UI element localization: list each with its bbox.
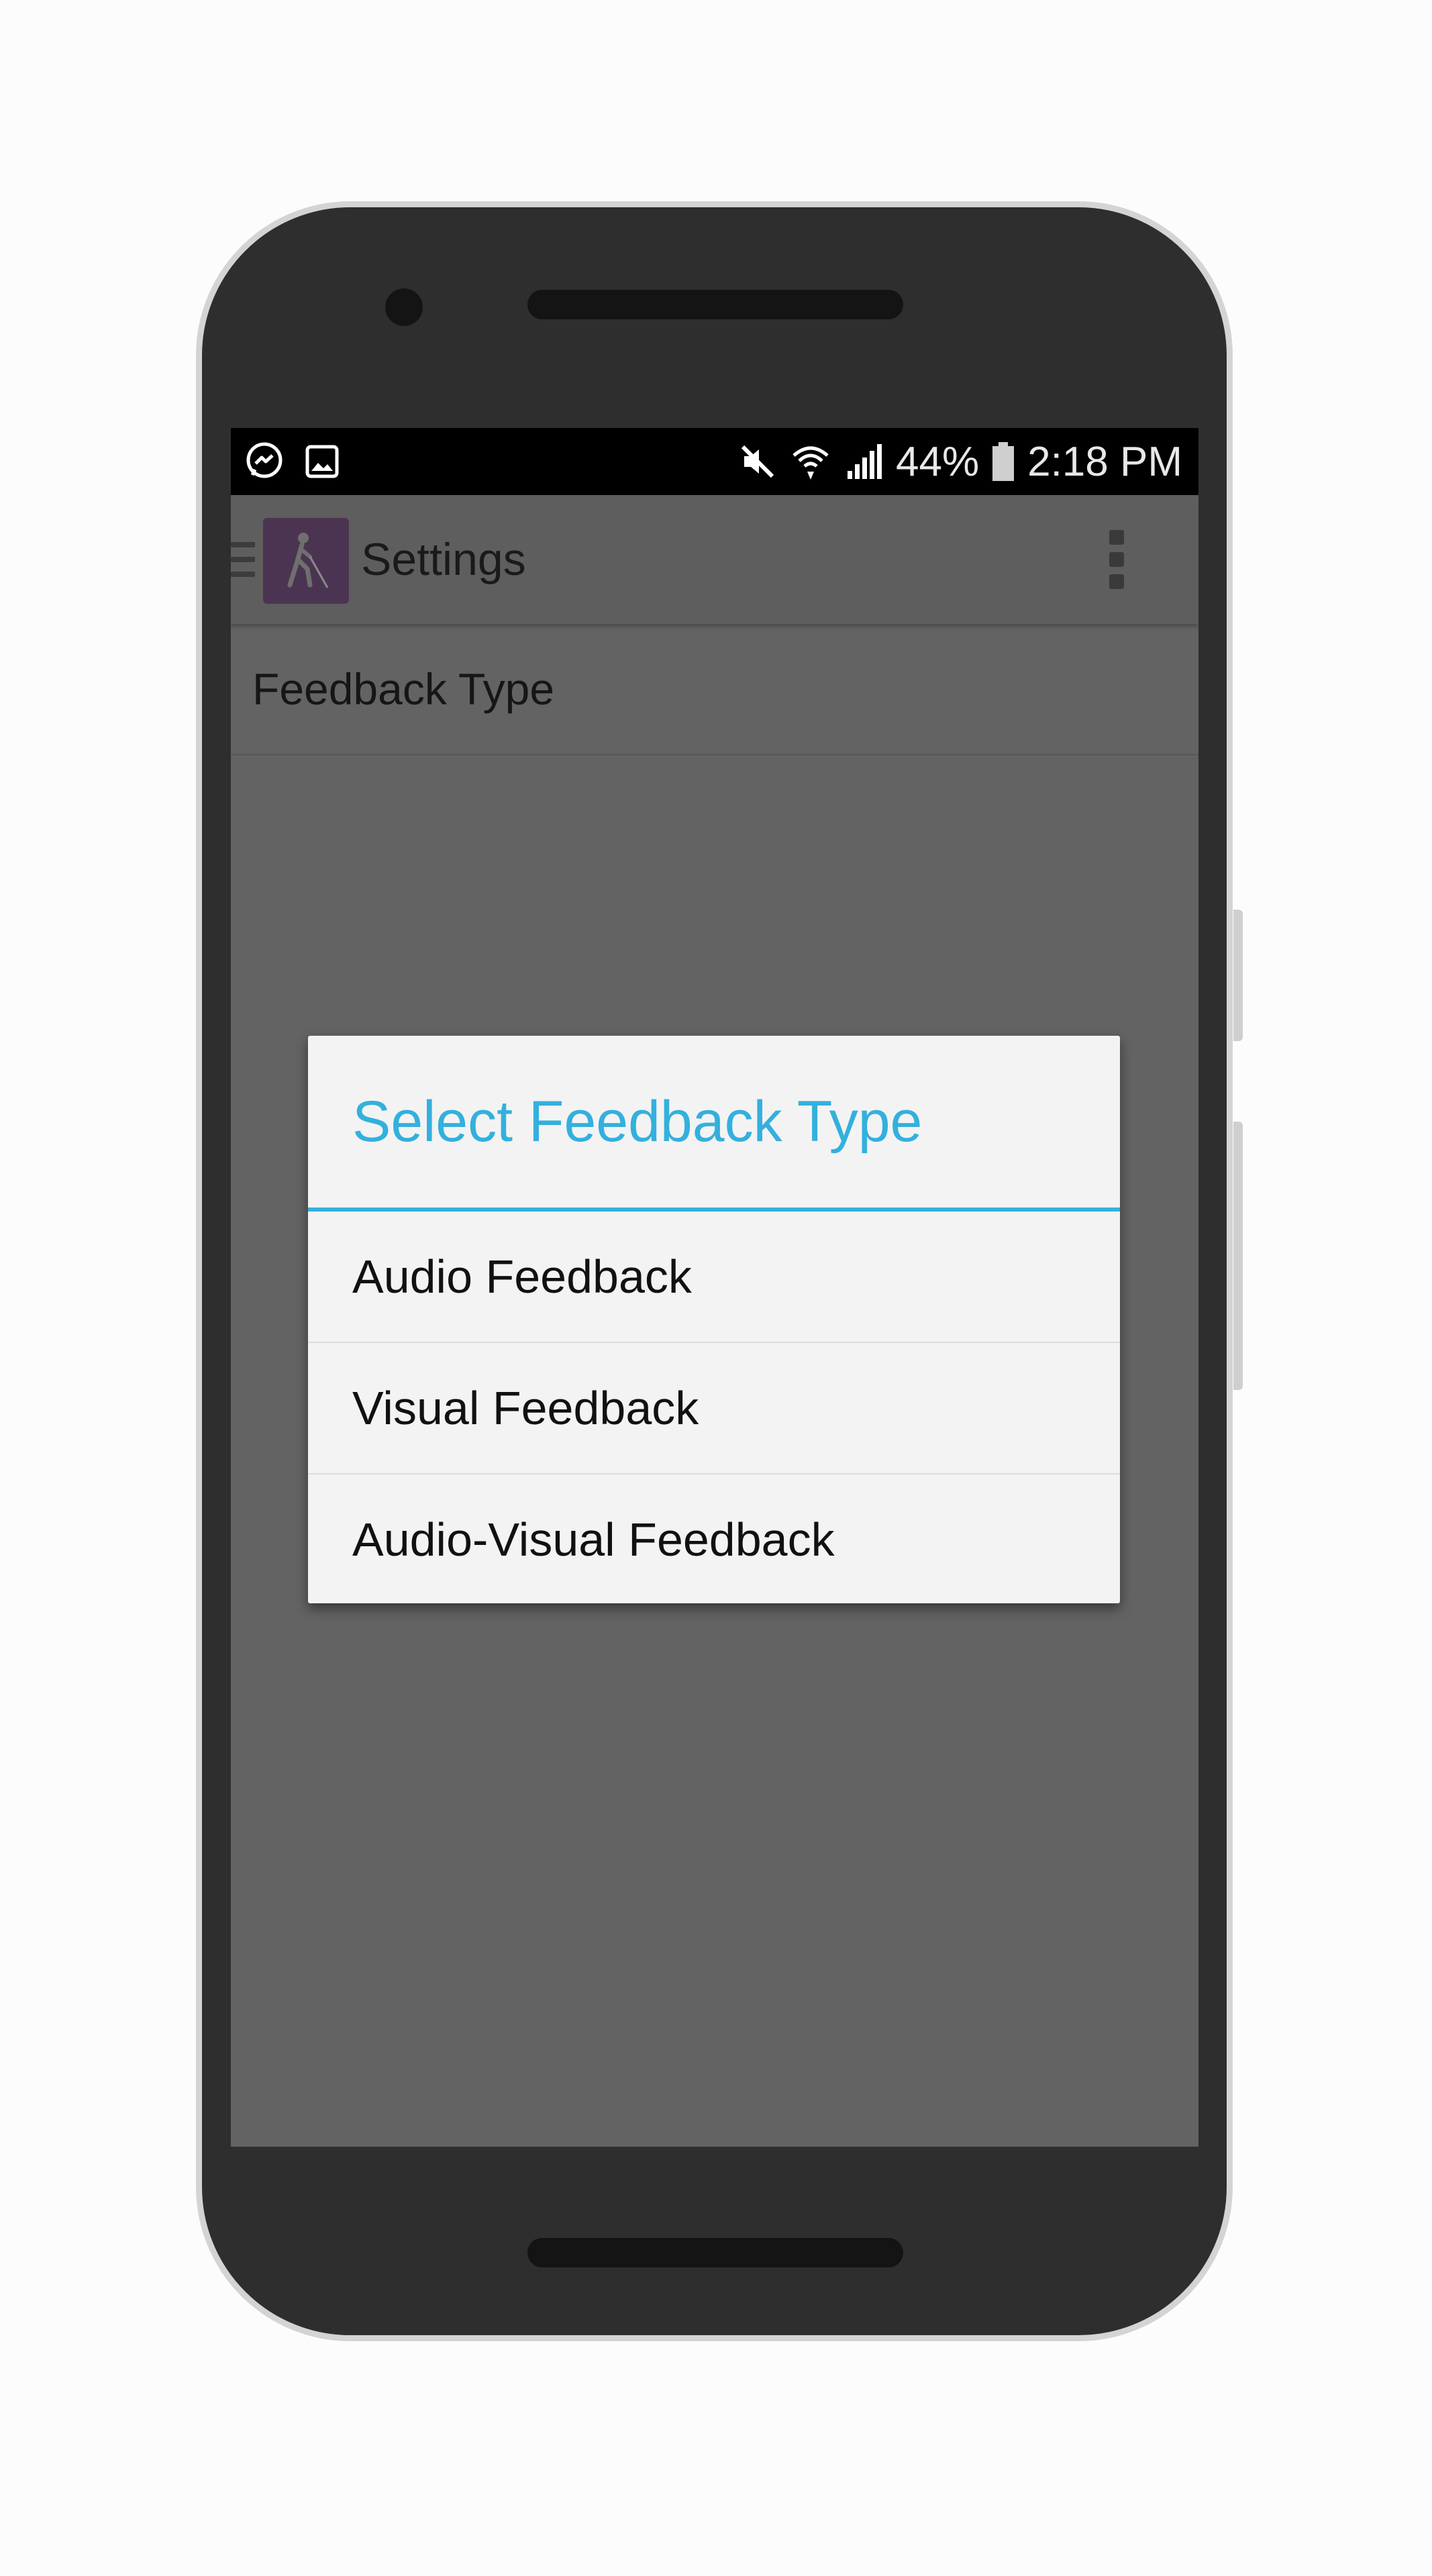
- device-frame: 44% 2:18 PM Settings Feedback Type Selec…: [0, 0, 1432, 2576]
- option-visual-feedback[interactable]: Visual Feedback: [308, 1343, 1120, 1474]
- settings-item-label: Feedback Type: [252, 664, 555, 714]
- power-button: [1233, 910, 1243, 1041]
- dialog-title: Select Feedback Type: [308, 1036, 1120, 1208]
- settings-item-feedback-type[interactable]: Feedback Type: [231, 624, 1198, 755]
- blind-person-icon[interactable]: [263, 518, 349, 604]
- page-title: Settings: [361, 534, 526, 585]
- volume-button: [1233, 1122, 1243, 1390]
- front-camera: [385, 288, 423, 326]
- signal-icon: [843, 441, 884, 482]
- hamburger-menu-icon[interactable]: [231, 542, 255, 578]
- mute-icon: [737, 441, 778, 482]
- overflow-menu-icon[interactable]: [1103, 530, 1130, 589]
- option-label: Audio-Visual Feedback: [352, 1513, 835, 1566]
- option-audio-feedback[interactable]: Audio Feedback: [308, 1212, 1120, 1343]
- clock: 2:18 PM: [1027, 438, 1182, 485]
- app-bar: Settings: [231, 495, 1198, 624]
- earpiece-speaker: [527, 290, 903, 319]
- dialog-title-text: Select Feedback Type: [352, 1089, 923, 1154]
- gallery-icon: [305, 444, 340, 479]
- messenger-icon: [244, 441, 285, 482]
- option-label: Visual Feedback: [352, 1382, 699, 1434]
- wifi-icon: [790, 441, 831, 482]
- screen: 44% 2:18 PM Settings Feedback Type Selec…: [231, 428, 1198, 2147]
- feedback-type-dialog: Select Feedback Type Audio Feedback Visu…: [308, 1036, 1120, 1603]
- battery-icon: [991, 441, 1015, 482]
- status-bar: 44% 2:18 PM: [231, 428, 1198, 495]
- bottom-speaker: [527, 2238, 903, 2267]
- battery-percentage: 44%: [896, 438, 980, 485]
- option-label: Audio Feedback: [352, 1250, 692, 1303]
- option-audio-visual-feedback[interactable]: Audio-Visual Feedback: [308, 1474, 1120, 1605]
